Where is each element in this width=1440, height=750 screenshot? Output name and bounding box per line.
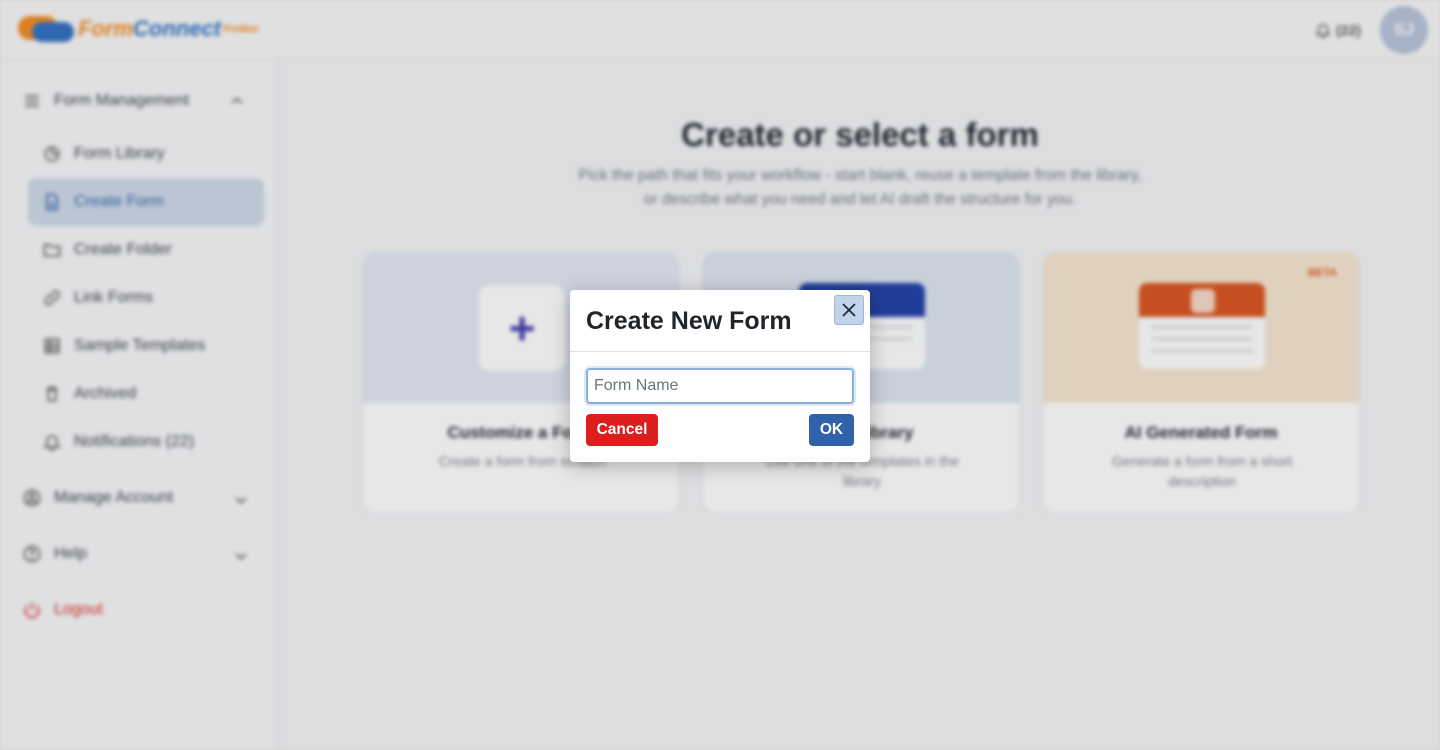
ok-button[interactable]: OK [809, 414, 854, 446]
form-name-input[interactable] [586, 368, 854, 404]
dialog-title: Create New Form [586, 307, 792, 335]
cancel-button[interactable]: Cancel [586, 414, 658, 446]
dialog-divider [570, 351, 870, 352]
close-button[interactable] [834, 295, 864, 325]
close-icon [842, 303, 856, 317]
create-form-dialog: Create New Form Cancel OK [570, 290, 870, 462]
